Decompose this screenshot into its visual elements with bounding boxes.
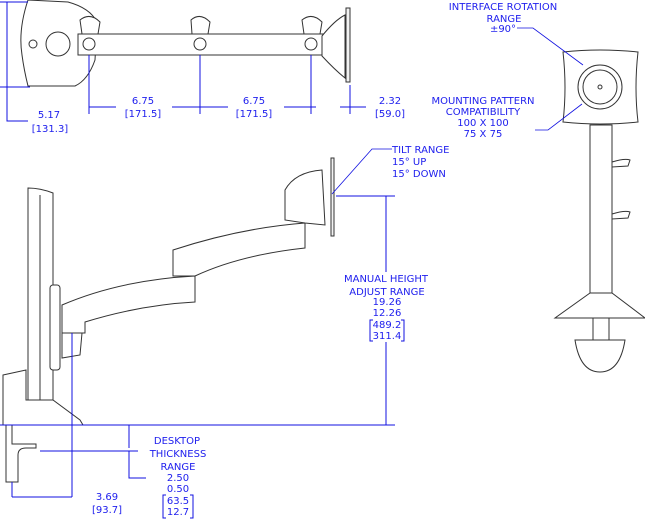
mounting-pattern2: 75 X 75 xyxy=(464,129,503,140)
mounting-line2: COMPATIBILITY xyxy=(446,107,521,118)
side-collar xyxy=(49,284,61,371)
side-upper-arm xyxy=(172,222,306,277)
clamp-offset-mm: [93.7] xyxy=(92,505,122,516)
desktop-min-in: 0.50 xyxy=(167,484,189,495)
desktop-line1: DESKTOP xyxy=(154,436,200,447)
top-base-knob xyxy=(28,39,38,49)
dim-depth-mm: [131.3] xyxy=(32,124,69,135)
side-vesa-plate xyxy=(330,157,335,237)
desktop-max-in: 2.50 xyxy=(167,473,189,484)
top-head-plate xyxy=(345,7,351,83)
top-pivot-3 xyxy=(304,37,318,51)
dim-head-offset-mm: [59.0] xyxy=(375,109,405,120)
tilt-title: TILT RANGE xyxy=(391,145,449,156)
tilt-down: 15° DOWN xyxy=(392,169,446,180)
side-lower-arm xyxy=(61,275,196,334)
front-hub-center xyxy=(597,84,603,90)
front-base xyxy=(553,292,645,319)
side-clamp xyxy=(5,424,37,483)
tilt-up: 15° UP xyxy=(392,157,426,168)
top-pivot-1 xyxy=(82,37,96,51)
dim-depth-in: 5.17 xyxy=(38,110,60,121)
top-base-hub xyxy=(45,31,71,57)
height-min-mm: 311.4 xyxy=(373,331,402,342)
front-clamp xyxy=(574,339,626,373)
height-max-in: 19.26 xyxy=(373,297,402,308)
height-max-mm: 489.2 xyxy=(373,320,402,331)
top-view: 6.75 [171.5] 6.75 [171.5] 2.32 [59.0] 5.… xyxy=(0,0,405,135)
top-pivot-1-cap xyxy=(79,16,101,35)
front-handles xyxy=(611,158,631,220)
rotation-value: ±90° xyxy=(490,24,516,35)
desktop-min-mm: 12.7 xyxy=(167,507,189,518)
height-line1: MANUAL HEIGHT xyxy=(344,274,429,285)
front-view: INTERFACE ROTATION RANGE ±90° MOUNTING P… xyxy=(431,2,645,373)
side-view: TILT RANGE 15° UP 15° DOWN MANUAL HEIGHT… xyxy=(0,145,449,519)
drawing-canvas: 6.75 [171.5] 6.75 [171.5] 2.32 [59.0] 5.… xyxy=(0,0,645,519)
mounting-pattern1: 100 X 100 xyxy=(457,118,508,129)
top-pivot-3-cap xyxy=(301,16,323,35)
dim-head-offset-in: 2.32 xyxy=(379,96,401,107)
top-pivot-2 xyxy=(193,37,207,51)
clamp-offset-in: 3.69 xyxy=(96,492,118,503)
side-tilt-head xyxy=(284,169,326,226)
front-pole xyxy=(589,124,613,294)
desktop-line2: THICKNESS xyxy=(149,449,207,460)
top-pivot-2-cap xyxy=(190,16,211,35)
dim-spacing-2-in: 6.75 xyxy=(243,96,265,107)
dim-spacing-2-mm: [171.5] xyxy=(236,109,273,120)
dim-spacing-1-mm: [171.5] xyxy=(125,109,162,120)
rotation-line1: INTERFACE ROTATION xyxy=(449,2,557,13)
mounting-line1: MOUNTING PATTERN xyxy=(431,96,534,107)
desktop-line3: RANGE xyxy=(161,462,196,473)
front-clamp-post xyxy=(592,317,610,341)
technical-drawing: 6.75 [171.5] 6.75 [171.5] 2.32 [59.0] 5.… xyxy=(0,0,645,521)
dim-spacing-1-in: 6.75 xyxy=(132,96,154,107)
height-min-in: 12.26 xyxy=(373,308,402,319)
desktop-max-mm: 63.5 xyxy=(167,496,189,507)
top-head xyxy=(321,14,346,80)
